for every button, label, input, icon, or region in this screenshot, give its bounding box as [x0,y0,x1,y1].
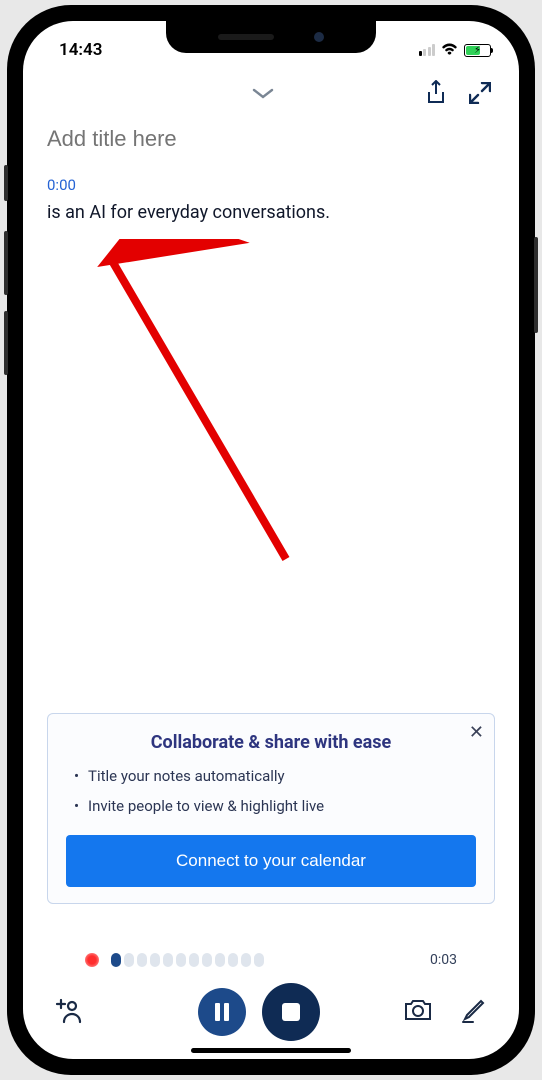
volume-down-button [4,311,8,375]
mute-switch [4,165,8,201]
waveform-track[interactable] [111,951,401,969]
volume-up-button [4,231,8,295]
power-button [534,237,538,333]
status-icons: ⚡︎ [419,41,492,60]
device-notch [166,21,376,53]
home-indicator[interactable] [191,1048,351,1053]
player-bar: 0:03 [23,941,519,1059]
phone-frame: 14:43 ⚡︎ [7,5,535,1075]
note-content: 0:00 is an AI for everyday conversations… [23,126,519,225]
expand-icon[interactable] [469,82,491,108]
title-input[interactable] [47,126,495,152]
pause-button[interactable] [198,988,246,1036]
screen: 14:43 ⚡︎ [23,21,519,1059]
promo-bullet: Invite people to view & highlight live [74,797,468,815]
promo-list: Title your notes automatically Invite pe… [66,767,476,815]
promo-title: Collaborate & share with ease [66,732,476,753]
status-time: 14:43 [59,40,102,60]
highlight-pen-icon[interactable] [461,997,487,1027]
recording-indicator-icon [85,953,99,967]
share-icon[interactable] [425,80,447,110]
cellular-signal-icon [419,44,436,56]
add-person-icon[interactable] [55,996,83,1028]
camera-icon[interactable] [403,998,433,1026]
battery-icon: ⚡︎ [464,44,491,57]
collapse-chevron[interactable] [246,79,280,110]
transcript-text[interactable]: is an AI for everyday conversations. [47,200,495,225]
player-controls [47,983,495,1041]
connect-calendar-button[interactable]: Connect to your calendar [66,835,476,887]
progress-row: 0:03 [47,951,495,983]
promo-bullet: Title your notes automatically [74,767,468,785]
stop-button[interactable] [262,983,320,1041]
transcript-timestamp[interactable]: 0:00 [47,176,495,194]
wifi-icon [441,41,458,60]
promo-card: ✕ Collaborate & share with ease Title yo… [47,713,495,904]
top-actions [23,69,519,126]
close-icon[interactable]: ✕ [469,722,484,743]
elapsed-time: 0:03 [413,952,457,968]
annotation-arrow [91,239,301,569]
